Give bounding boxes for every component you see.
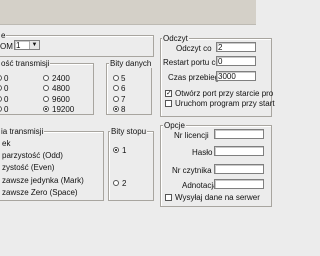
- speed-label-2: 0: [4, 95, 9, 104]
- run-time-input[interactable]: 3000: [216, 71, 256, 81]
- options-group-legend: Opcje: [163, 121, 186, 130]
- autostart-checkbox[interactable]: [165, 100, 172, 107]
- port-group-legend: e: [0, 31, 7, 40]
- speed-label-2400: 2400: [52, 74, 70, 83]
- read-interval-label: Odczyt co: [176, 44, 212, 53]
- parity-option-mark[interactable]: zawsze jedynka (Mark): [2, 176, 84, 185]
- password-input[interactable]: [214, 146, 264, 156]
- send-to-server-checkbox[interactable]: [165, 194, 172, 201]
- speed-radio-2400[interactable]: [43, 75, 49, 81]
- speed-label-9600: 9600: [52, 95, 70, 104]
- speed-radio-19200[interactable]: [43, 106, 49, 112]
- button-bar: [0, 242, 256, 256]
- speed-label-4800: 4800: [52, 84, 70, 93]
- read-interval-value: 2: [218, 43, 223, 52]
- title-bar: [0, 0, 256, 25]
- open-port-checkbox[interactable]: ✓: [165, 90, 172, 97]
- speed-group-legend: ość transmisji: [0, 59, 51, 68]
- reader-number-input[interactable]: [214, 164, 264, 174]
- run-time-value: 3000: [218, 72, 236, 81]
- stop-bits-group: [108, 131, 154, 201]
- serial-settings-dialog: e OM 1 ▼ ość transmisji 0 2400 0 4800 0 …: [0, 0, 275, 256]
- open-port-label: Otwórz port przy starcie pro: [175, 89, 274, 98]
- speed-label-0: 0: [4, 74, 9, 83]
- stop-bits-radio-1[interactable]: [113, 147, 119, 153]
- read-interval-input[interactable]: 2: [216, 42, 256, 52]
- parity-option-space[interactable]: zawsze Zero (Space): [2, 188, 78, 197]
- speed-radio-9600[interactable]: [43, 96, 49, 102]
- speed-radio-4800[interactable]: [43, 85, 49, 91]
- annotation-input[interactable]: [214, 179, 264, 189]
- password-label: Hasło: [192, 148, 213, 157]
- port-value: 1: [16, 41, 21, 50]
- reader-number-label: Nr czytnika: [172, 166, 212, 175]
- read-group-legend: Odczyt: [162, 34, 189, 43]
- stop-bits-label-2: 2: [122, 179, 127, 188]
- speed-label-3: 0: [4, 105, 9, 114]
- port-restart-value: 0: [218, 57, 223, 66]
- annotation-label: Adnotacja: [182, 181, 218, 190]
- parity-group-legend: ia transmisji: [0, 127, 45, 136]
- parity-option-odd[interactable]: parzystość (Odd): [2, 151, 63, 160]
- license-label: Nr licencji: [174, 131, 209, 140]
- data-bits-radio-6[interactable]: [113, 85, 119, 91]
- license-input[interactable]: [214, 129, 264, 139]
- stop-bits-label-1: 1: [122, 146, 127, 155]
- speed-label-19200: 19200: [52, 105, 75, 114]
- data-bits-radio-7[interactable]: [113, 96, 119, 102]
- data-bits-label-7: 7: [121, 95, 126, 104]
- stop-bits-radio-2[interactable]: [113, 180, 119, 186]
- data-bits-radio-8[interactable]: [113, 106, 119, 112]
- stop-bits-legend: Bity stopu: [110, 127, 148, 136]
- data-bits-label-6: 6: [121, 84, 126, 93]
- data-bits-label-8: 8: [121, 105, 126, 114]
- autostart-label: Uruchom program przy start: [175, 99, 275, 108]
- port-restart-input[interactable]: 0: [216, 56, 256, 66]
- data-bits-radio-5[interactable]: [113, 75, 119, 81]
- port-combo[interactable]: 1 ▼: [14, 40, 40, 50]
- speed-label-1: 0: [4, 84, 9, 93]
- send-to-server-label: Wysyłaj dane na serwer: [175, 193, 260, 202]
- parity-option-none[interactable]: ek: [2, 139, 10, 148]
- chevron-down-icon[interactable]: ▼: [29, 41, 39, 49]
- data-bits-legend: Bity danych: [109, 59, 153, 68]
- parity-option-even[interactable]: zystość (Even): [2, 163, 54, 172]
- port-label: OM: [0, 42, 13, 51]
- data-bits-label-5: 5: [121, 74, 126, 83]
- port-restart-label: Restart portu co: [163, 58, 220, 67]
